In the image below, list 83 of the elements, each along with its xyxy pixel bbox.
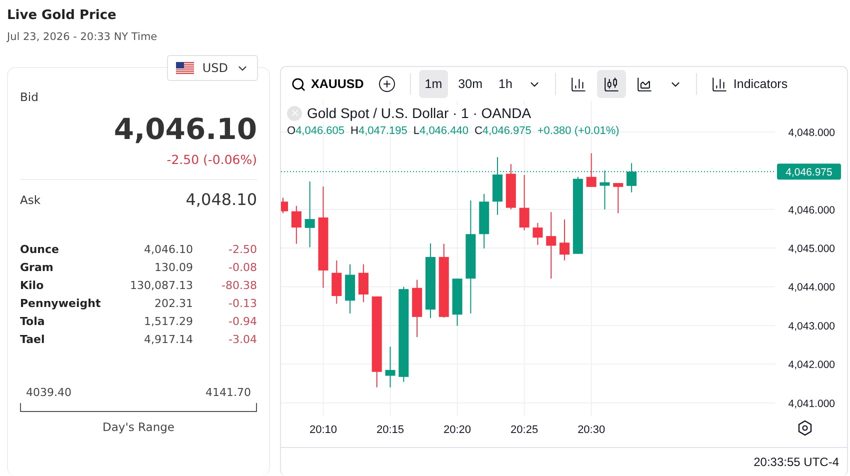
- chart-title: Gold Spot / U.S. Dollar · 1 · OANDA: [307, 105, 532, 121]
- price-axis-label: 4,045.000: [788, 243, 835, 256]
- time-axis-label: 20:15: [376, 424, 404, 436]
- candle: [586, 152, 596, 188]
- candle: [479, 193, 490, 249]
- chart-type-button[interactable]: [597, 70, 626, 98]
- unit-change: -0.08: [228, 261, 257, 274]
- candle: [506, 164, 516, 210]
- area-chart-icon: [636, 76, 654, 92]
- unit-price: 130.09: [154, 261, 193, 274]
- price-axis-label: 4,043.000: [788, 320, 835, 332]
- ohlc-value: C4,046.975: [474, 125, 532, 137]
- time-axis-label: 20:10: [309, 424, 337, 436]
- flag-icon: [176, 62, 194, 74]
- candle: [600, 170, 610, 210]
- time-axis-label: 20:20: [444, 424, 472, 436]
- interval-tab[interactable]: 1h: [492, 70, 518, 98]
- candle: [332, 260, 342, 304]
- range-label: Day's Range: [102, 420, 174, 434]
- candle: [385, 346, 396, 388]
- price-change: -2.50 (-0.06%): [166, 152, 257, 167]
- indicators-button[interactable]: Indicators: [705, 70, 794, 98]
- search-icon: [291, 76, 306, 92]
- time-axis-label: 20:25: [510, 424, 538, 436]
- currency-select[interactable]: USD: [167, 55, 258, 81]
- ohlc-value: L4,046.440: [413, 125, 468, 137]
- bar-chart-icon: [570, 76, 588, 92]
- candle: [492, 156, 502, 216]
- candle: [546, 212, 556, 280]
- unit-change: -2.50: [228, 243, 257, 256]
- unit-change: -80.38: [220, 279, 257, 292]
- ask-label: Ask: [20, 192, 41, 206]
- bid-label: Bid: [20, 90, 40, 104]
- page-title: Live Gold Price: [7, 8, 118, 23]
- price-axis-label: 4,046.000: [788, 204, 835, 216]
- interval-tab[interactable]: 1m: [418, 70, 448, 98]
- candle: [358, 264, 368, 303]
- candle: [613, 182, 624, 214]
- unit-price: 4,917.14: [143, 333, 193, 346]
- candle: [560, 218, 570, 261]
- candle: [626, 162, 637, 193]
- unit-name: Tael: [20, 333, 46, 346]
- ohlc-value: H4,047.195: [350, 125, 408, 137]
- unit-price: 1,517.29: [143, 315, 193, 328]
- price-axis-label: 4,048.000: [788, 126, 835, 139]
- unit-price: 202.31: [154, 297, 193, 310]
- price-axis-label: 4,041.000: [788, 398, 835, 410]
- candle: [519, 174, 530, 231]
- time-axis-label: 20:30: [578, 424, 606, 436]
- candle: [412, 279, 422, 338]
- unit-name: Tola: [20, 315, 46, 328]
- ask-price: 4,048.10: [186, 190, 257, 209]
- ohlc-value: O4,046.605: [287, 125, 344, 137]
- unit-change: -3.04: [228, 333, 257, 346]
- chart-icon: [711, 76, 728, 92]
- settings-icon[interactable]: [798, 420, 812, 436]
- candle: [452, 278, 462, 326]
- candle: [304, 181, 315, 248]
- range-high: 4141.70: [206, 386, 251, 399]
- symbol-search[interactable]: XAUUSD: [287, 76, 368, 92]
- interval-tab[interactable]: 30m: [452, 70, 488, 98]
- plus-icon: [378, 75, 396, 93]
- unit-name: Pennyweight: [20, 297, 102, 310]
- unit-change: -0.13: [228, 297, 257, 310]
- unit-price: 4,046.10: [143, 243, 193, 256]
- candlestick-icon: [603, 76, 620, 92]
- candle: [291, 205, 302, 244]
- last-price-tag: 4,046.975: [777, 164, 841, 180]
- candle: [532, 222, 543, 246]
- range-low: 4039.40: [26, 386, 72, 399]
- bid-price: 4,046.10: [114, 112, 257, 146]
- candle: [345, 264, 356, 314]
- unit-name: Ounce: [20, 243, 60, 256]
- clock: 20:33:55 UTC-4: [754, 455, 839, 469]
- unit-change: -0.94: [228, 315, 257, 328]
- unit-price: 130,087.13: [130, 279, 193, 292]
- unit-name: Gram: [20, 261, 54, 274]
- candle: [281, 197, 288, 214]
- price-axis-label: 4,042.000: [788, 359, 835, 372]
- timestamp: Jul 23, 2026 - 20:33 NY Time: [7, 31, 158, 43]
- change-value: +0.380 (+0.01%): [537, 125, 620, 137]
- price-axis-label: 4,044.000: [788, 282, 835, 294]
- unit-name: Kilo: [20, 279, 45, 292]
